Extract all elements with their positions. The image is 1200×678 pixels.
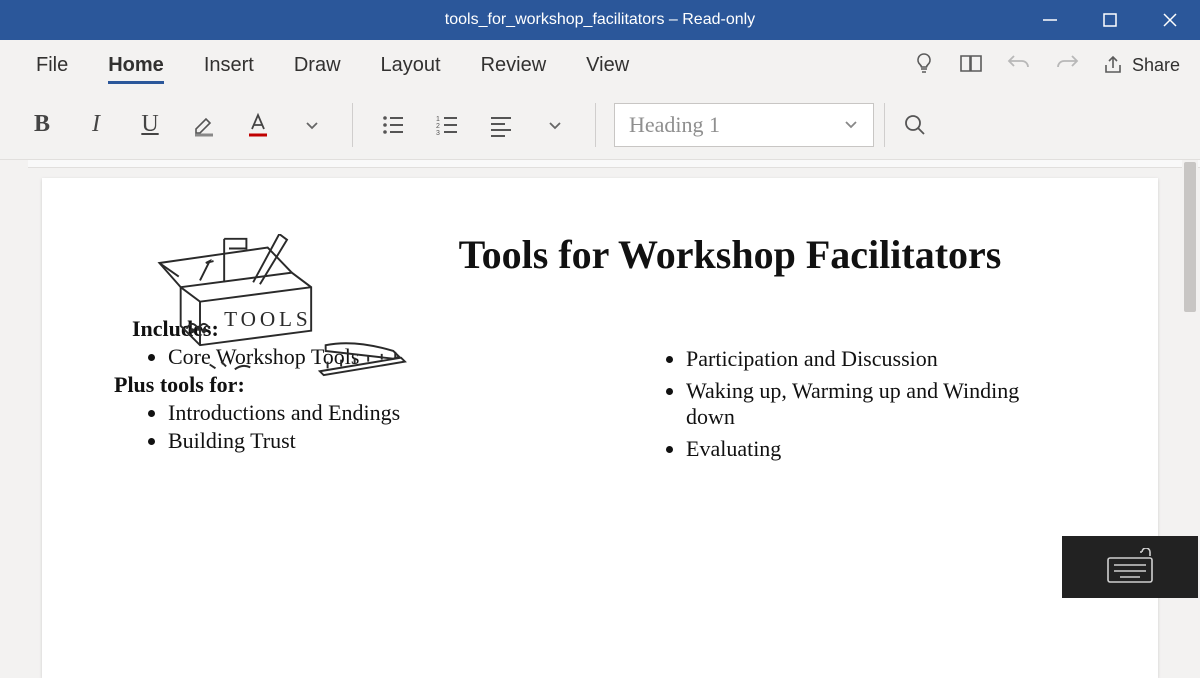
style-picker[interactable]: Heading 1 bbox=[614, 103, 874, 147]
svg-text:3: 3 bbox=[436, 130, 440, 137]
italic-button[interactable]: I bbox=[74, 103, 118, 147]
svg-text:TOOLS: TOOLS bbox=[224, 307, 311, 331]
tab-view[interactable]: View bbox=[566, 40, 649, 90]
vertical-scrollbar[interactable] bbox=[1182, 160, 1198, 600]
doc-column-right: Participation and Discussion Waking up, … bbox=[650, 316, 1068, 468]
document-viewport: TOOLS Tools for Workshop Facilitators In… bbox=[0, 160, 1200, 600]
list-item: Participation and Discussion bbox=[686, 346, 1068, 372]
underline-button[interactable]: U bbox=[128, 103, 172, 147]
bold-button[interactable]: B bbox=[20, 103, 64, 147]
horizontal-ruler bbox=[28, 160, 1200, 168]
window-close-button[interactable] bbox=[1140, 0, 1200, 40]
highlight-color-button[interactable] bbox=[182, 103, 226, 147]
undo-button[interactable] bbox=[1006, 51, 1032, 80]
chevron-down-icon bbox=[843, 112, 859, 138]
tab-insert[interactable]: Insert bbox=[184, 40, 274, 90]
align-button[interactable] bbox=[479, 103, 523, 147]
document-title: Tools for Workshop Facilitators bbox=[412, 228, 1048, 282]
font-color-button[interactable] bbox=[236, 103, 280, 147]
redo-button[interactable] bbox=[1054, 51, 1080, 80]
document-page[interactable]: TOOLS Tools for Workshop Facilitators In… bbox=[42, 178, 1158, 678]
share-label: Share bbox=[1132, 55, 1180, 76]
window-maximize-button[interactable] bbox=[1080, 0, 1140, 40]
tab-file[interactable]: File bbox=[16, 40, 88, 90]
list-item: Building Trust bbox=[168, 428, 550, 454]
share-button[interactable]: Share bbox=[1102, 54, 1180, 76]
ribbon-tabs: File Home Insert Draw Layout Review View… bbox=[0, 40, 1200, 90]
svg-text:1: 1 bbox=[436, 116, 440, 123]
bullets-button[interactable] bbox=[371, 103, 415, 147]
style-picker-value: Heading 1 bbox=[629, 112, 720, 138]
svg-text:2: 2 bbox=[436, 123, 440, 130]
list-item: Waking up, Warming up and Winding down bbox=[686, 378, 1068, 430]
list-item: Evaluating bbox=[686, 436, 1068, 462]
touch-keyboard-button[interactable] bbox=[1062, 536, 1198, 598]
toolbox-illustration: TOOLS bbox=[142, 234, 432, 403]
window-controls bbox=[1020, 0, 1200, 40]
right-list: Participation and Discussion Waking up, … bbox=[650, 346, 1068, 462]
tab-layout[interactable]: Layout bbox=[361, 40, 461, 90]
plus-list: Introductions and Endings Building Trust bbox=[132, 400, 550, 454]
numbering-button[interactable]: 123 bbox=[425, 103, 469, 147]
tab-review[interactable]: Review bbox=[461, 40, 567, 90]
window-minimize-button[interactable] bbox=[1020, 0, 1080, 40]
reading-view-icon[interactable] bbox=[958, 51, 984, 80]
tab-home[interactable]: Home bbox=[88, 40, 184, 90]
search-button[interactable] bbox=[884, 103, 944, 147]
lightbulb-icon[interactable] bbox=[912, 51, 936, 80]
ribbon-controls: B I U 123 Heading 1 bbox=[0, 90, 1200, 160]
list-item: Introductions and Endings bbox=[168, 400, 550, 426]
paragraph-more-button[interactable] bbox=[533, 103, 577, 147]
font-color-more-button[interactable] bbox=[290, 103, 334, 147]
window-titlebar: tools_for_workshop_facilitators – Read-o… bbox=[0, 0, 1200, 40]
ribbon-separator bbox=[352, 103, 353, 147]
tab-draw[interactable]: Draw bbox=[274, 40, 361, 90]
scrollbar-thumb[interactable] bbox=[1184, 162, 1196, 312]
ribbon-separator bbox=[595, 103, 596, 147]
